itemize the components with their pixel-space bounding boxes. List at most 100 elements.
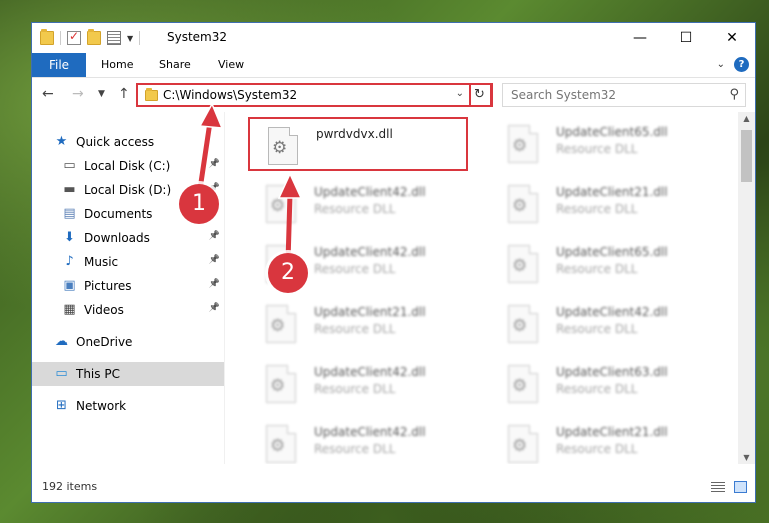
file-item[interactable]: ⚙ UpdateClient65.dll Resource DLL <box>490 237 710 291</box>
sidebar-item-label: Quick access <box>76 135 155 149</box>
gear-icon: ⚙ <box>270 436 286 456</box>
pin-icon[interactable]: 📌 <box>209 303 220 313</box>
star-icon: ★ <box>55 134 68 149</box>
file-item[interactable]: ⚙ UpdateClient21.dll Resource DLL <box>248 297 468 351</box>
pin-icon[interactable]: 📌 <box>209 255 220 265</box>
file-item[interactable]: ⚙ UpdateClient42.dll Resource DLL <box>248 357 468 411</box>
dll-file-icon: ⚙ <box>508 185 538 223</box>
cloud-icon: ☁ <box>55 334 68 349</box>
address-bar[interactable]: C:\Windows\System32 ⌄ ↻ <box>136 83 492 107</box>
file-item[interactable]: ⚙ UpdateClient42.dll Resource DLL <box>248 177 468 231</box>
title-bar: ▼ System32 — ☐ ✕ <box>32 23 755 53</box>
scroll-down-icon[interactable]: ▼ <box>738 453 755 462</box>
download-icon: ⬇ <box>64 230 75 245</box>
file-item[interactable]: ⚙ UpdateClient21.dll Resource DLL <box>490 417 710 464</box>
new-folder-icon[interactable] <box>87 29 101 45</box>
picture-icon: ▣ <box>63 278 76 293</box>
network-icon: ⊞ <box>56 398 67 413</box>
back-arrow-icon[interactable]: ← <box>42 86 54 102</box>
maximize-button[interactable]: ☐ <box>663 23 709 53</box>
search-icon: ⚲ <box>729 87 739 102</box>
sidebar-item[interactable]: ▦ Videos 📌 <box>32 298 224 322</box>
refresh-highlight-box <box>469 83 493 107</box>
close-button[interactable]: ✕ <box>709 23 755 53</box>
file-item[interactable]: ⚙ UpdateClient42.dll Resource DLL <box>248 417 468 464</box>
dll-file-icon: ⚙ <box>508 365 538 403</box>
search-input[interactable] <box>511 88 711 102</box>
pin-icon[interactable]: 📌 <box>209 279 220 289</box>
details-view-icon[interactable] <box>711 482 725 493</box>
dll-file-icon: ⚙ <box>266 425 296 463</box>
gear-icon: ⚙ <box>270 376 286 396</box>
scroll-up-icon[interactable]: ▲ <box>738 114 755 123</box>
folder-icon <box>40 29 54 45</box>
computer-icon: ▭ <box>55 366 68 381</box>
customize-toolbar-dropdown-icon[interactable]: ▼ <box>127 34 133 43</box>
sidebar-item-label: Music <box>84 255 119 269</box>
file-name: UpdateClient63.dll <box>556 365 668 379</box>
sidebar-item-label: OneDrive <box>76 335 133 349</box>
gear-icon: ⚙ <box>270 316 286 336</box>
up-arrow-icon[interactable]: ↑ <box>118 86 130 102</box>
sidebar-item[interactable]: ▣ Pictures 📌 <box>32 274 224 298</box>
navigation-pane: ★ Quick access ▭ Local Disk (C:) 📌 ▬ Local Dis… <box>32 112 224 464</box>
drive-icon: ▭ <box>63 158 76 173</box>
sidebar-item-label: Network <box>76 399 127 413</box>
properties-check-icon[interactable] <box>67 29 81 45</box>
sidebar-item[interactable]: ▭ This PC <box>32 362 224 386</box>
address-dropdown-icon[interactable]: ⌄ <box>456 88 464 99</box>
file-type: Resource DLL <box>556 262 638 276</box>
item-count: 192 items <box>42 480 98 493</box>
pane-divider[interactable] <box>224 112 225 464</box>
gear-icon: ⚙ <box>272 138 288 158</box>
forward-arrow-icon[interactable]: → <box>72 86 84 102</box>
file-name: UpdateClient42.dll <box>314 365 426 379</box>
sidebar-item[interactable]: ☁ OneDrive <box>32 330 224 354</box>
gear-icon: ⚙ <box>270 196 286 216</box>
scrollbar-thumb[interactable] <box>741 130 752 182</box>
file-name: UpdateClient65.dll <box>556 245 668 259</box>
file-name: UpdateClient65.dll <box>556 125 668 139</box>
gear-icon: ⚙ <box>512 316 528 336</box>
file-item[interactable]: ⚙ UpdateClient65.dll Resource DLL <box>490 117 710 171</box>
dll-file-icon: ⚙ <box>508 245 538 283</box>
navigation-row: ← → ▼ ↑ C:\Windows\System32 ⌄ ↻ ⚲ <box>32 78 755 112</box>
sidebar-item-label: Downloads <box>84 231 150 245</box>
expand-ribbon-icon[interactable]: ⌄ <box>717 59 725 70</box>
sidebar-item[interactable]: ⬇ Downloads 📌 <box>32 226 224 250</box>
file-name: UpdateClient42.dll <box>556 305 668 319</box>
file-name: UpdateClient21.dll <box>556 425 668 439</box>
tab-home[interactable]: Home <box>101 53 133 77</box>
file-name: UpdateClient42.dll <box>314 245 426 259</box>
file-item[interactable]: ⚙ UpdateClient63.dll Resource DLL <box>490 357 710 411</box>
sidebar-item-label: Local Disk (D:) <box>84 183 172 197</box>
sidebar-item[interactable]: ⊞ Network <box>32 394 224 418</box>
gear-icon: ⚙ <box>512 196 528 216</box>
tab-file[interactable]: File <box>32 53 86 77</box>
file-item[interactable]: ⚙ pwrdvdvx.dll <box>248 117 468 171</box>
drive-icon: ▬ <box>63 182 76 197</box>
file-item[interactable]: ⚙ UpdateClient42.dll Resource DLL <box>490 297 710 351</box>
properties-icon[interactable] <box>107 31 121 45</box>
file-type: Resource DLL <box>556 142 638 156</box>
folder-icon <box>145 88 158 101</box>
tab-view[interactable]: View <box>218 53 244 77</box>
file-name: UpdateClient42.dll <box>314 185 426 199</box>
vertical-scrollbar[interactable]: ▲ ▼ <box>738 112 755 464</box>
tab-share[interactable]: Share <box>159 53 191 77</box>
sidebar-item[interactable]: ▭ Local Disk (C:) 📌 <box>32 154 224 178</box>
sidebar-item[interactable]: ★ Quick access <box>32 130 224 154</box>
file-type: Resource DLL <box>314 202 396 216</box>
help-icon[interactable]: ? <box>734 57 749 72</box>
sidebar-item[interactable]: ♪ Music 📌 <box>32 250 224 274</box>
pin-icon[interactable]: 📌 <box>209 231 220 241</box>
minimize-button[interactable]: — <box>617 23 663 53</box>
file-item[interactable]: ⚙ UpdateClient21.dll Resource DLL <box>490 177 710 231</box>
music-icon: ♪ <box>65 254 74 269</box>
pin-icon[interactable]: 📌 <box>209 159 220 169</box>
recent-locations-chevron-icon[interactable]: ▼ <box>98 89 105 99</box>
file-type: Resource DLL <box>556 382 638 396</box>
sidebar-item-label: Pictures <box>84 279 132 293</box>
search-box[interactable]: ⚲ <box>502 83 746 107</box>
large-icons-view-icon[interactable] <box>734 481 747 493</box>
